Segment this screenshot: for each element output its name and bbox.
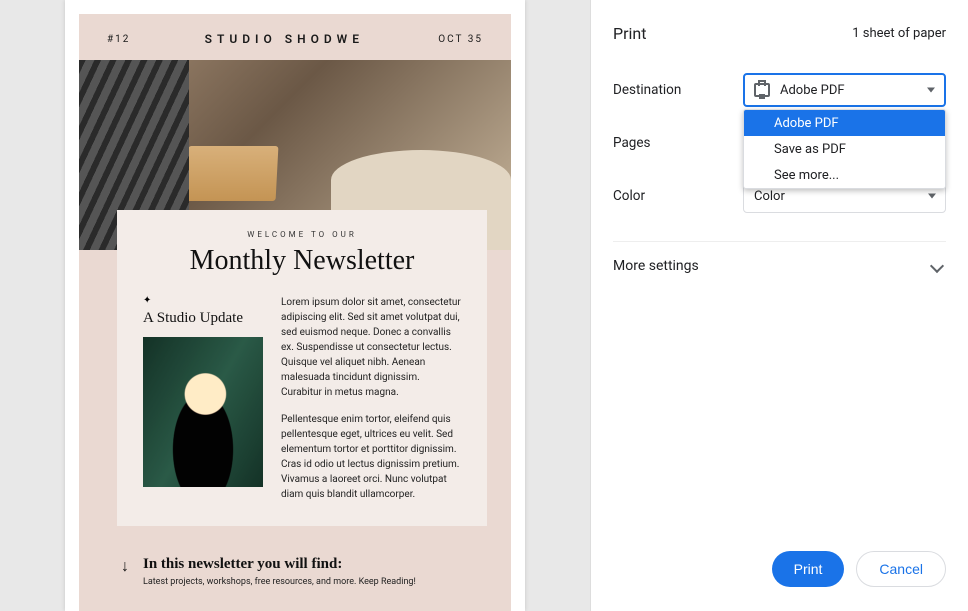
destination-option-save-as-pdf[interactable]: Save as PDF: [744, 136, 945, 162]
sheet-count: 1 sheet of paper: [852, 26, 946, 41]
destination-label: Destination: [613, 82, 743, 98]
portrait-image: [143, 337, 263, 487]
destination-select[interactable]: Adobe PDF: [743, 73, 946, 107]
color-label: Color: [613, 188, 743, 204]
destination-option-adobe-pdf[interactable]: Adobe PDF: [744, 110, 945, 136]
footer-sub: Latest projects, workshops, free resourc…: [143, 577, 416, 587]
chevron-down-icon: [930, 259, 944, 273]
arrow-down-icon: ↓: [121, 556, 129, 574]
more-settings-toggle[interactable]: More settings: [613, 241, 946, 290]
article-card: WELCOME TO OUR Monthly Newsletter ✦ A St…: [117, 210, 487, 526]
preview-page: #12 STUDIO SHODWE OCT 35 WELCOME TO OUR …: [65, 0, 525, 611]
brand-name: STUDIO SHODWE: [205, 32, 364, 46]
destination-row: Destination Adobe PDF Adobe PDF Save as …: [613, 73, 946, 107]
issue-number: #12: [107, 34, 130, 45]
destination-option-see-more[interactable]: See more...: [744, 162, 945, 188]
body-paragraph-2: Pellentesque enim tortor, eleifend quis …: [281, 412, 461, 502]
headline-text: Monthly Newsletter: [143, 245, 461, 277]
subheadline: A Studio Update: [143, 310, 263, 327]
more-settings-label: More settings: [613, 258, 699, 274]
footer-heading: In this newsletter you will find:: [143, 556, 416, 573]
caret-down-icon: [928, 194, 936, 199]
panel-title: Print: [613, 24, 646, 43]
color-select-value: Color: [754, 189, 785, 204]
print-button[interactable]: Print: [772, 551, 845, 587]
pages-label: Pages: [613, 135, 743, 151]
printer-icon: [754, 83, 770, 97]
panel-header: Print 1 sheet of paper: [613, 24, 946, 43]
print-panel: Print 1 sheet of paper Destination Adobe…: [590, 0, 968, 611]
destination-dropdown: Adobe PDF Save as PDF See more...: [743, 109, 946, 189]
print-preview-pane: #12 STUDIO SHODWE OCT 35 WELCOME TO OUR …: [0, 0, 590, 611]
issue-date: OCT 35: [438, 34, 483, 45]
body-paragraph-1: Lorem ipsum dolor sit amet, consectetur …: [281, 295, 461, 400]
button-bar: Print Cancel: [591, 535, 968, 611]
masthead: #12 STUDIO SHODWE OCT 35: [79, 14, 511, 60]
cancel-button[interactable]: Cancel: [856, 551, 946, 587]
sparkle-icon: ✦: [143, 295, 263, 306]
destination-select-value: Adobe PDF: [780, 83, 845, 98]
body-copy: Lorem ipsum dolor sit amet, consectetur …: [281, 295, 461, 502]
kicker-text: WELCOME TO OUR: [143, 230, 461, 239]
caret-down-icon: [927, 88, 935, 93]
footer-strip: ↓ In this newsletter you will find: Late…: [117, 544, 487, 591]
newsletter-body: #12 STUDIO SHODWE OCT 35 WELCOME TO OUR …: [79, 14, 511, 611]
